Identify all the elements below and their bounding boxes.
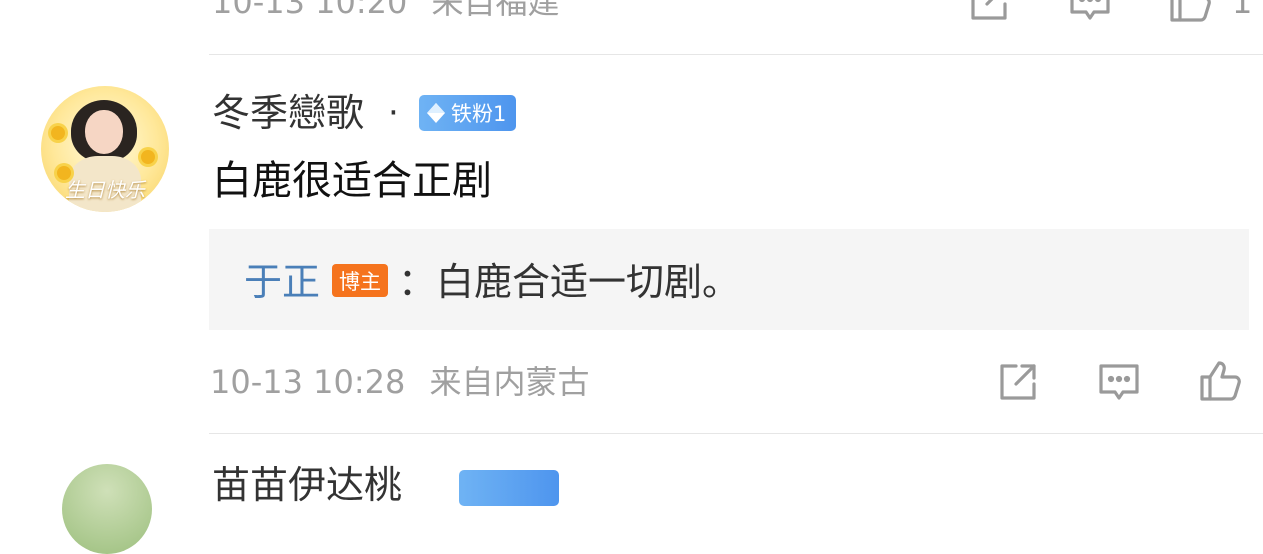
comment-icon[interactable] <box>1095 358 1143 406</box>
avatar[interactable] <box>62 464 152 554</box>
comment-time: 10-13 10:28 <box>210 363 406 401</box>
share-icon[interactable] <box>965 0 1013 26</box>
prev-comment-time: 10-13 10:20 <box>212 0 408 21</box>
diamond-icon <box>427 103 445 123</box>
comment-meta: 10-13 10:28 来自内蒙古 <box>210 366 590 398</box>
divider <box>209 433 1263 434</box>
fan-badge-label: 铁粉1 <box>451 102 507 126</box>
like-icon[interactable] <box>1166 0 1214 26</box>
reply-text: ：白鹿合适一切剧。 <box>398 260 741 304</box>
username-separator: · <box>388 93 399 133</box>
share-icon[interactable] <box>994 358 1042 406</box>
comment-text: 白鹿很适合正剧 <box>212 158 492 204</box>
fan-badge[interactable] <box>459 470 559 506</box>
blogger-badge: 博主 <box>332 264 388 297</box>
next-comment-username[interactable]: 苗苗伊达桃 <box>212 466 402 504</box>
divider <box>209 54 1263 55</box>
prev-comment-location: 来自福建 <box>431 0 560 21</box>
comment-location: 来自内蒙古 <box>429 363 590 401</box>
avatar[interactable]: 生日快乐 <box>41 86 169 212</box>
prev-comment-meta: 10-13 10:20 来自福建 <box>212 0 560 18</box>
reply-author[interactable]: 于正 <box>244 263 320 301</box>
avatar-caption: 生日快乐 <box>65 178 145 202</box>
fan-badge[interactable]: 铁粉1 <box>419 95 517 131</box>
comment-username[interactable]: 冬季戀歌 <box>212 94 364 132</box>
prev-like-count: 1 <box>1232 0 1253 21</box>
like-icon[interactable] <box>1196 357 1244 405</box>
comment-icon[interactable] <box>1066 0 1114 26</box>
